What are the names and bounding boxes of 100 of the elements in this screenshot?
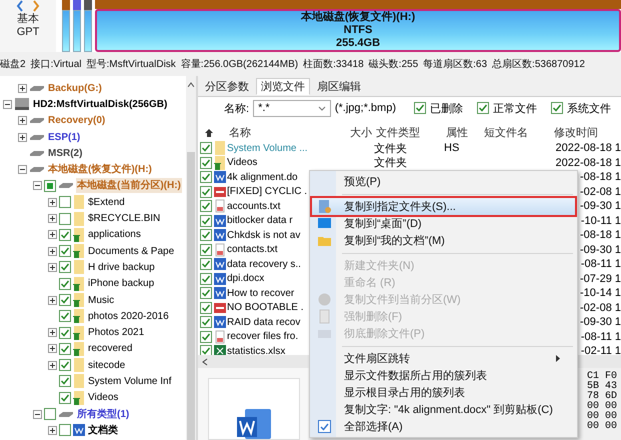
- scrollbar[interactable]: [186, 76, 196, 440]
- checkbox[interactable]: [200, 156, 212, 169]
- tree-item-label[interactable]: 本地磁盘(恢复文件)(H:): [47, 162, 153, 178]
- checkbox[interactable]: [200, 244, 212, 256]
- column-header[interactable]: 修改时间: [554, 125, 621, 140]
- expand-icon[interactable]: [48, 214, 57, 224]
- tree-item-label[interactable]: System Volume Inf: [87, 374, 172, 389]
- expand-icon[interactable]: [48, 344, 57, 354]
- dropdown-caret-icon[interactable]: [318, 106, 326, 111]
- checkbox[interactable]: [59, 326, 71, 339]
- expand-icon[interactable]: [48, 426, 57, 435]
- tree-item-label[interactable]: HD2:MsftVirtualDisk(256GB): [32, 96, 168, 112]
- tree-item-label[interactable]: photos 2020-2016: [87, 308, 170, 324]
- expand-icon[interactable]: [48, 262, 57, 272]
- expand-icon[interactable]: [48, 360, 57, 370]
- checkbox[interactable]: [44, 408, 56, 420]
- tree-item-label[interactable]: applications: [87, 227, 142, 242]
- checkbox[interactable]: [200, 316, 212, 328]
- checkbox[interactable]: [414, 102, 426, 114]
- checkbox[interactable]: [59, 294, 71, 306]
- expand-icon[interactable]: [18, 84, 27, 93]
- tree-item-label[interactable]: Backup(G:): [47, 80, 103, 96]
- checkbox[interactable]: [200, 302, 212, 314]
- checkbox[interactable]: [477, 102, 489, 114]
- tree-item-label[interactable]: Videos: [87, 390, 120, 406]
- checkbox[interactable]: [59, 359, 71, 372]
- checkbox[interactable]: [59, 228, 71, 241]
- expand-icon[interactable]: [48, 198, 57, 207]
- sort-up-icon[interactable]: [204, 128, 214, 138]
- column-header[interactable]: 短文件名: [484, 125, 554, 140]
- menu-item[interactable]: 复制文字: "4k alignment.docx" 到剪贴板(C): [312, 401, 575, 418]
- scroll-up-icon[interactable]: [187, 82, 195, 88]
- checkbox[interactable]: [200, 272, 212, 285]
- expand-icon[interactable]: [48, 246, 57, 256]
- tab[interactable]: 扇区编辑: [312, 78, 366, 95]
- tree-item-label[interactable]: Photos 2021: [87, 325, 146, 340]
- tree-item-label[interactable]: Recovery(0): [47, 113, 106, 128]
- column-header[interactable]: 名称: [229, 125, 342, 140]
- tree-item-label[interactable]: Music: [87, 292, 116, 308]
- tree-item-label[interactable]: recovered: [87, 341, 134, 356]
- scroll-left-icon[interactable]: [202, 358, 208, 366]
- checkbox[interactable]: [200, 287, 212, 300]
- tree-item-label[interactable]: iPhone backup: [87, 276, 156, 292]
- expand-icon[interactable]: [48, 328, 57, 338]
- expand-icon[interactable]: [18, 116, 27, 126]
- collapse-icon[interactable]: [33, 181, 42, 190]
- checkbox[interactable]: [200, 186, 212, 198]
- checkbox[interactable]: [59, 375, 71, 388]
- collapse-icon[interactable]: [3, 100, 12, 109]
- tree-item-label[interactable]: Documents & Pape: [87, 244, 176, 259]
- checkbox[interactable]: [59, 342, 71, 355]
- menu-item[interactable]: 复制到指定文件夹(S)...: [312, 198, 575, 215]
- checkbox[interactable]: [200, 330, 212, 343]
- column-header[interactable]: 大小: [342, 125, 372, 140]
- checkbox[interactable]: [200, 345, 212, 356]
- checkbox-label[interactable]: 已删除: [430, 100, 463, 116]
- checkbox[interactable]: [59, 245, 71, 258]
- column-header[interactable]: 属性: [446, 125, 484, 140]
- tree-item-label[interactable]: sitecode: [87, 358, 126, 373]
- checkbox[interactable]: [59, 278, 71, 290]
- tree-item-label[interactable]: 文档类: [87, 422, 119, 438]
- menu-item[interactable]: 文件扇区跳转: [312, 350, 575, 367]
- tree-item-label[interactable]: 所有类型(1): [76, 406, 130, 422]
- checkbox[interactable]: [59, 392, 71, 404]
- expand-icon[interactable]: [18, 132, 27, 142]
- collapse-icon[interactable]: [33, 410, 42, 419]
- name-filter-field[interactable]: *.*: [253, 100, 331, 117]
- checkbox[interactable]: [59, 196, 71, 208]
- expand-icon[interactable]: [48, 230, 57, 240]
- checkbox-label[interactable]: 正常文件: [493, 100, 537, 116]
- tree-item-label[interactable]: $RECYCLE.BIN: [87, 211, 162, 226]
- checkbox[interactable]: [59, 212, 71, 225]
- menu-item[interactable]: 显示文件数据所占用的簇列表: [312, 367, 575, 384]
- partition-bar[interactable]: 本地磁盘(恢复文件)(H:) NTFS 255.4GB: [95, 9, 621, 52]
- tab[interactable]: 浏览文件: [256, 78, 310, 95]
- checkbox-label[interactable]: 系统文件: [567, 100, 611, 116]
- menu-item[interactable]: 预览(P): [312, 173, 575, 190]
- tree-item-label[interactable]: MSR(2): [47, 146, 84, 161]
- tree-item-label[interactable]: H drive backup: [87, 260, 156, 275]
- expand-icon[interactable]: [48, 296, 57, 304]
- column-header[interactable]: 文件类型: [372, 125, 446, 140]
- checkbox[interactable]: [200, 200, 212, 212]
- checkbox[interactable]: [200, 229, 212, 242]
- checkbox[interactable]: [59, 310, 71, 322]
- tab[interactable]: 分区参数: [200, 78, 254, 95]
- checkbox[interactable]: [59, 424, 71, 436]
- menu-item[interactable]: 全部选择(A): [312, 418, 575, 435]
- tree-item-label[interactable]: ESP(1): [47, 130, 82, 145]
- tree-item-label[interactable]: $Extend: [87, 194, 126, 210]
- checkbox[interactable]: [551, 102, 563, 114]
- checkbox[interactable]: [200, 171, 212, 184]
- checkbox[interactable]: [200, 258, 212, 270]
- menu-item[interactable]: 复制到“我的文档”(M): [312, 232, 575, 249]
- checkbox[interactable]: [44, 180, 56, 192]
- collapse-icon[interactable]: [18, 165, 27, 174]
- menu-item[interactable]: 显示根目录占用的簇列表: [312, 384, 575, 401]
- checkbox[interactable]: [59, 261, 71, 274]
- checkbox[interactable]: [200, 214, 212, 227]
- checkbox[interactable]: [200, 142, 212, 154]
- menu-item[interactable]: 复制到“桌面”(D): [312, 215, 575, 232]
